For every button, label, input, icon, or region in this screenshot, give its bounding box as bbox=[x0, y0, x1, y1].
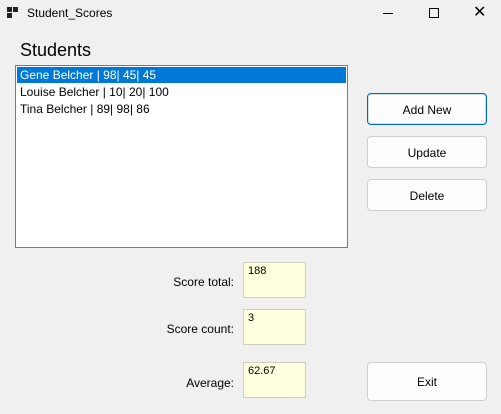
app-icon bbox=[7, 7, 19, 19]
update-button[interactable]: Update bbox=[367, 136, 487, 168]
title-bar: Student_Scores ✕ bbox=[0, 0, 501, 26]
students-listbox[interactable]: Gene Belcher | 98| 45| 45 Louise Belcher… bbox=[15, 65, 348, 248]
close-icon: ✕ bbox=[473, 4, 487, 21]
average-field: 62.67 bbox=[243, 362, 306, 398]
exit-button[interactable]: Exit bbox=[367, 362, 487, 401]
students-heading: Students bbox=[20, 40, 92, 60]
window-title: Student_Scores bbox=[27, 6, 113, 20]
maximize-button[interactable] bbox=[411, 0, 457, 26]
minimize-icon bbox=[383, 13, 393, 14]
minimize-button[interactable] bbox=[365, 0, 411, 26]
score-total-label: Score total: bbox=[173, 275, 234, 289]
average-label: Average: bbox=[186, 376, 234, 390]
add-new-button[interactable]: Add New bbox=[367, 93, 487, 125]
close-button[interactable]: ✕ bbox=[457, 0, 501, 26]
list-item[interactable]: Louise Belcher | 10| 20| 100 bbox=[17, 84, 346, 100]
list-item[interactable]: Gene Belcher | 98| 45| 45 bbox=[17, 67, 346, 83]
maximize-icon bbox=[429, 8, 439, 18]
score-count-field: 3 bbox=[243, 309, 306, 345]
score-total-field: 188 bbox=[243, 262, 306, 298]
delete-button[interactable]: Delete bbox=[367, 179, 487, 211]
list-item[interactable]: Tina Belcher | 89| 98| 86 bbox=[17, 101, 346, 117]
score-count-label: Score count: bbox=[166, 322, 234, 336]
